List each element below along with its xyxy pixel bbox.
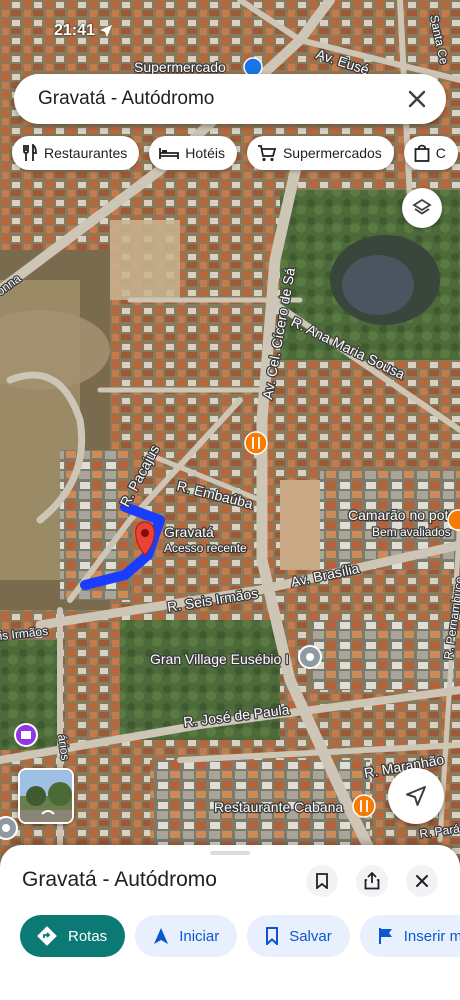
- add-label-button[interactable]: Inserir m: [359, 915, 460, 957]
- chip-label: C: [435, 145, 446, 161]
- directions-label: Rotas: [68, 927, 108, 945]
- bed-icon: [159, 148, 180, 159]
- chip-compras[interactable]: C: [403, 136, 458, 170]
- start-label: Iniciar: [179, 927, 220, 945]
- poi-label-restaurante-cabana: Restaurante Cabana: [214, 799, 343, 815]
- fork-knife-poi-icon: [244, 431, 268, 455]
- shopping-bag-icon: [414, 144, 430, 162]
- chip-label: Supermercados: [282, 145, 382, 161]
- poi-label-gran-village: Gran Village Eusébio I: [150, 651, 289, 667]
- purple-poi[interactable]: [14, 723, 38, 747]
- save-label: Salvar: [289, 927, 332, 945]
- layers-icon: [412, 198, 432, 215]
- category-chips: Restaurantes Hotéis Supermercados C: [12, 136, 458, 170]
- chip-label: Hotéis: [185, 145, 225, 161]
- my-location-button[interactable]: [388, 768, 444, 824]
- street-view-thumbnail[interactable]: [18, 768, 74, 824]
- status-bar-time: 21:41: [54, 22, 113, 40]
- close-icon[interactable]: [404, 86, 430, 112]
- poi-sublabel-gravata: Acesso recente: [164, 541, 247, 555]
- share-button[interactable]: [356, 865, 388, 897]
- cart-icon: [257, 145, 277, 162]
- bookmark-icon: [316, 873, 328, 889]
- partial-grey-poi[interactable]: [0, 816, 18, 840]
- bookmark-icon: [266, 927, 279, 945]
- start-button[interactable]: Iniciar: [135, 915, 238, 957]
- save-button[interactable]: Salvar: [247, 915, 350, 957]
- directions-button[interactable]: Rotas: [20, 915, 126, 957]
- sheet-drag-handle[interactable]: [210, 851, 250, 855]
- fork-knife-icon: [23, 144, 37, 161]
- save-place-button[interactable]: [306, 865, 338, 897]
- location-arrow-icon: [99, 25, 112, 37]
- close-sheet-button[interactable]: [406, 865, 438, 897]
- search-bar[interactable]: Gravatá - Autódromo: [14, 74, 446, 124]
- place-title: Gravatá - Autódromo: [22, 868, 217, 891]
- flag-icon: [378, 928, 392, 944]
- chip-label: Restaurantes: [44, 145, 128, 161]
- share-icon: [364, 872, 380, 890]
- poi-sublabel-camarao: Bem avaliados: [372, 525, 451, 539]
- chip-supermercados[interactable]: Supermercados: [246, 136, 394, 170]
- sheet-header-actions: [306, 865, 438, 897]
- clock-text: 21:41: [54, 22, 95, 39]
- close-icon: [416, 875, 428, 887]
- search-query[interactable]: Gravatá - Autódromo: [38, 88, 404, 110]
- poi-label-supermercado: Supermercado: [134, 59, 226, 75]
- place-bottom-sheet[interactable]: Gravatá - Autódromo Rotas Iniciar Salvar…: [0, 845, 460, 1000]
- poi-label-gravata: Gravatá: [164, 524, 214, 540]
- layers-button[interactable]: [402, 188, 442, 228]
- navigation-arrow-icon: [154, 928, 169, 944]
- fork-knife-poi-icon: [352, 794, 376, 818]
- poi-label-camarao: Camarão no pote: [348, 507, 456, 523]
- navigation-arrow-icon: [406, 786, 426, 806]
- chip-hoteis[interactable]: Hotéis: [149, 136, 237, 170]
- add-label-text: Inserir m: [403, 927, 460, 945]
- restaurant-poi-fork[interactable]: [244, 431, 268, 455]
- place-actions: Rotas Iniciar Salvar Inserir m: [20, 915, 460, 957]
- chip-restaurantes[interactable]: Restaurantes: [12, 136, 140, 170]
- directions-icon: [37, 926, 57, 946]
